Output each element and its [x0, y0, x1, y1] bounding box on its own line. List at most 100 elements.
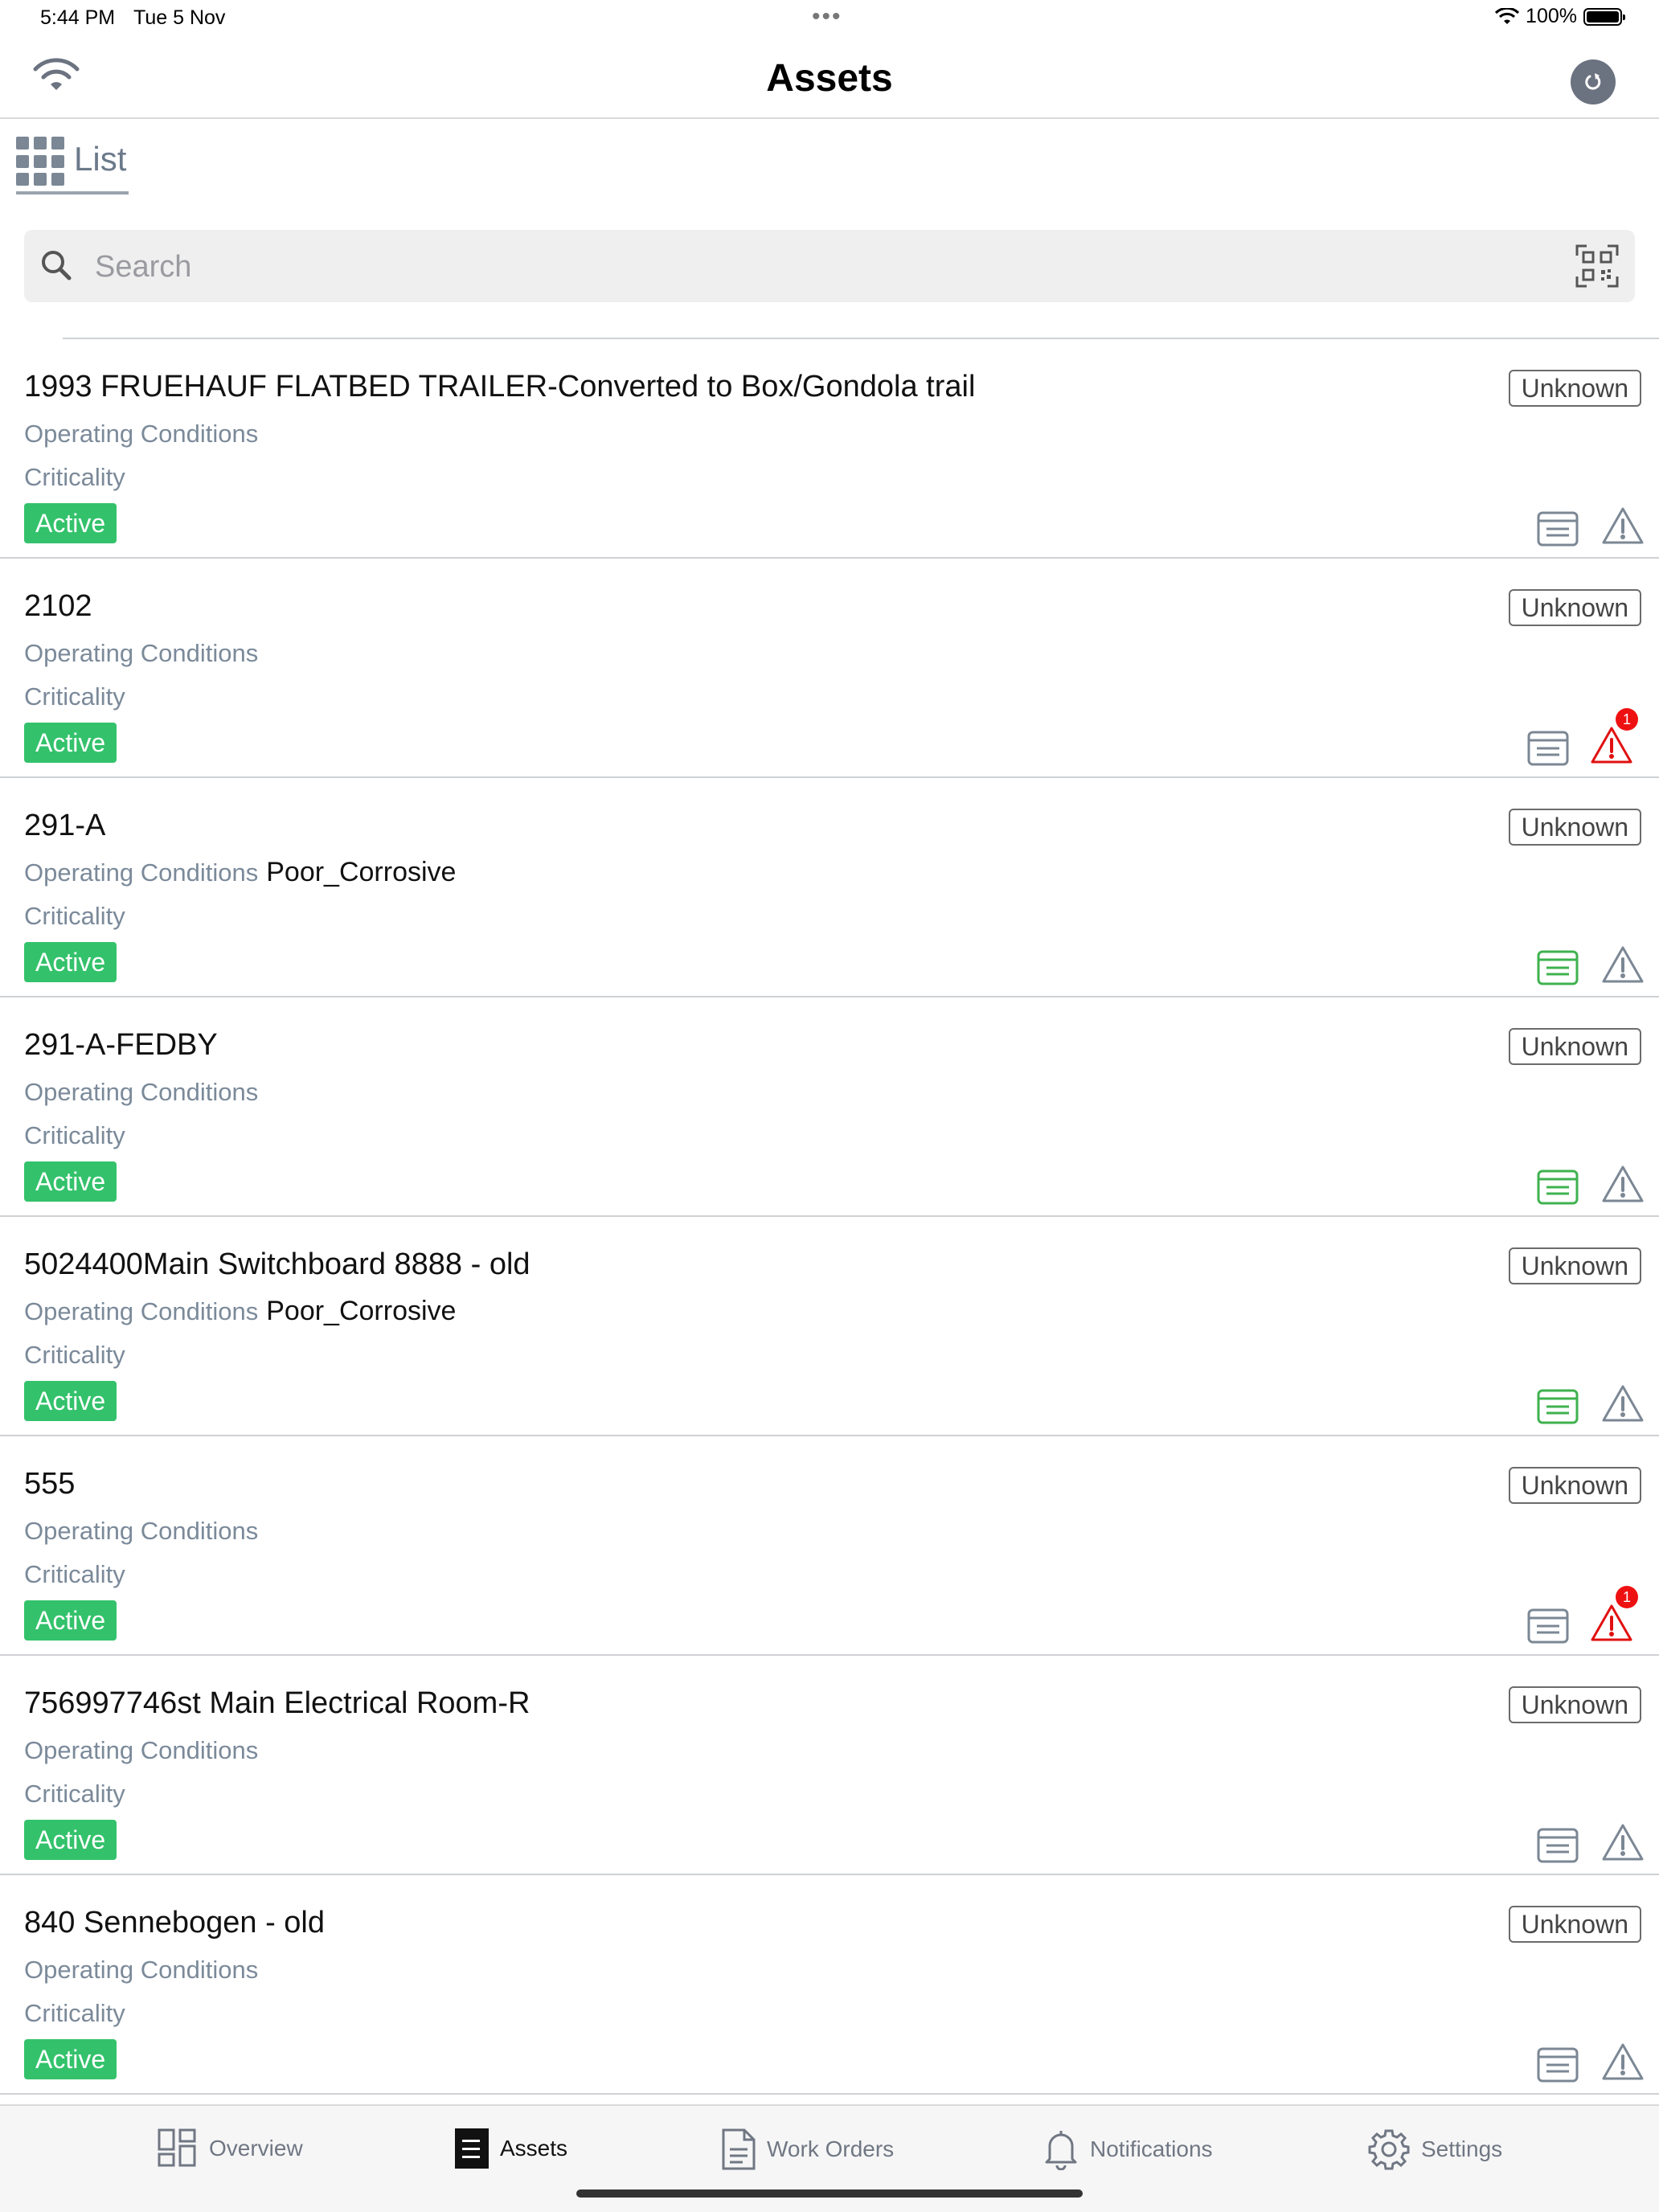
- multitasking-dots-icon[interactable]: •••: [812, 3, 842, 31]
- form-icon[interactable]: [1527, 1608, 1569, 1644]
- status-badge: Active: [24, 1161, 117, 1202]
- form-icon[interactable]: [1537, 2047, 1579, 2083]
- tab-work-orders-label: Work Orders: [767, 2136, 895, 2161]
- alert-icon[interactable]: [1601, 1165, 1645, 1203]
- bell-icon: [1045, 2131, 1077, 2170]
- status-badge: Active: [24, 1600, 117, 1641]
- asset-name: 5024400Main Switchboard 8888 - old: [24, 1247, 530, 1281]
- condition-badge: Unknown: [1508, 1906, 1641, 1943]
- gear-icon: [1368, 2129, 1410, 2170]
- operating-conditions: Operating Conditions: [24, 1735, 266, 1766]
- asset-row[interactable]: 1993 FRUEHAUF FLATBED TRAILER-Converted …: [0, 339, 1659, 559]
- status-time: 5:44 PM: [40, 6, 116, 29]
- form-icon[interactable]: [1537, 1389, 1579, 1424]
- status-badge: Active: [24, 723, 117, 763]
- form-icon[interactable]: [1537, 1169, 1579, 1205]
- status-badge: Active: [24, 503, 117, 543]
- asset-row[interactable]: 5024400Main Switchboard 8888 - old Unkno…: [0, 1217, 1659, 1436]
- criticality-label: Criticality: [24, 902, 125, 930]
- form-icon[interactable]: [1537, 511, 1579, 547]
- battery-percent: 100%: [1526, 5, 1577, 27]
- battery-icon: [1583, 7, 1625, 26]
- asset-list: 1993 FRUEHAUF FLATBED TRAILER-Converted …: [0, 339, 1659, 2095]
- alert-count-badge: 1: [1616, 1586, 1638, 1608]
- search-bar: [24, 230, 1635, 302]
- criticality: Criticality: [24, 1120, 133, 1151]
- alert-icon[interactable]: [1601, 945, 1645, 984]
- asset-row[interactable]: 555 Unknown Operating Conditions Critica…: [0, 1436, 1659, 1656]
- tab-overview[interactable]: Overview: [158, 2128, 303, 2169]
- criticality-label: Criticality: [24, 1560, 125, 1588]
- status-date: Tue 5 Nov: [133, 6, 226, 29]
- form-icon[interactable]: [1537, 950, 1579, 985]
- tab-settings[interactable]: Settings: [1368, 2128, 1502, 2170]
- condition-badge: Unknown: [1508, 589, 1641, 626]
- alert-icon[interactable]: [1601, 506, 1645, 545]
- criticality: Criticality: [24, 900, 133, 932]
- criticality: Criticality: [24, 681, 133, 712]
- status-badge: Active: [24, 1820, 117, 1860]
- operating-conditions: Operating Conditions Poor_Corrosive: [24, 857, 456, 888]
- operating-conditions-label: Operating Conditions: [24, 1517, 259, 1545]
- condition-badge: Unknown: [1508, 1467, 1641, 1504]
- alert-count-badge: 1: [1616, 708, 1638, 731]
- tab-assets[interactable]: Assets: [455, 2128, 567, 2169]
- overview-icon: [158, 2128, 196, 2167]
- criticality: Criticality: [24, 1559, 133, 1590]
- condition-badge: Unknown: [1508, 809, 1641, 846]
- sync-icon: [1585, 73, 1601, 90]
- wifi-status-icon: [1495, 7, 1520, 24]
- condition-badge: Unknown: [1508, 370, 1641, 407]
- sync-button[interactable]: [1571, 59, 1616, 104]
- alert-icon[interactable]: [1601, 1823, 1645, 1862]
- asset-row[interactable]: 291-A Unknown Operating Conditions Poor_C…: [0, 778, 1659, 997]
- criticality: Criticality: [24, 1339, 133, 1370]
- operating-conditions-label: Operating Conditions: [24, 1297, 259, 1325]
- criticality-label: Criticality: [24, 1999, 125, 2027]
- search-input[interactable]: [93, 244, 1543, 289]
- tab-notifications-label: Notifications: [1090, 2136, 1213, 2161]
- operating-conditions-value: Poor_Corrosive: [266, 857, 457, 887]
- operating-conditions: Operating Conditions: [24, 637, 266, 669]
- asset-name: 291-A-FEDBY: [24, 1028, 218, 1062]
- tab-notifications[interactable]: Notifications: [1043, 2128, 1213, 2170]
- qr-code-icon[interactable]: [1575, 244, 1619, 288]
- operating-conditions: Operating Conditions: [24, 1076, 266, 1108]
- asset-row[interactable]: 840 Sennebogen - old Unknown Operating C…: [0, 1875, 1659, 2095]
- criticality-label: Criticality: [24, 682, 125, 711]
- operating-conditions-label: Operating Conditions: [24, 1736, 259, 1764]
- asset-name: 2102: [24, 589, 92, 623]
- operating-conditions-value: Poor_Corrosive: [266, 1296, 457, 1326]
- tab-overview-label: Overview: [209, 2136, 303, 2161]
- condition-badge: Unknown: [1508, 1686, 1641, 1723]
- alert-icon[interactable]: [1601, 1384, 1645, 1423]
- form-icon[interactable]: [1537, 1828, 1579, 1863]
- assets-icon: [455, 2128, 489, 2169]
- status-badge: Active: [24, 942, 117, 982]
- form-icon[interactable]: [1527, 731, 1569, 766]
- asset-row[interactable]: 2102 Unknown Operating Conditions Critic…: [0, 559, 1659, 778]
- operating-conditions-label: Operating Conditions: [24, 639, 259, 667]
- asset-row[interactable]: 291-A-FEDBY Unknown Operating Conditions…: [0, 997, 1659, 1217]
- list-view-tab[interactable]: List: [16, 132, 129, 195]
- condition-badge: Unknown: [1508, 1028, 1641, 1065]
- asset-row[interactable]: 756997746st Main Electrical Room-R Unkno…: [0, 1656, 1659, 1875]
- criticality-label: Criticality: [24, 1341, 125, 1369]
- condition-badge: Unknown: [1508, 1247, 1641, 1284]
- tab-assets-label: Assets: [500, 2136, 568, 2161]
- operating-conditions-label: Operating Conditions: [24, 1956, 259, 1984]
- tab-work-orders[interactable]: Work Orders: [722, 2128, 894, 2170]
- status-bar: 5:44 PM Tue 5 Nov ••• 100%: [0, 0, 1659, 39]
- asset-name: 291-A: [24, 809, 106, 842]
- alert-icon[interactable]: [1590, 726, 1633, 764]
- search-icon: [42, 251, 72, 281]
- asset-name: 555: [24, 1467, 76, 1501]
- alert-icon[interactable]: [1590, 1604, 1633, 1642]
- status-badge: Active: [24, 2039, 117, 2079]
- asset-name: 840 Sennebogen - old: [24, 1906, 325, 1940]
- criticality-label: Criticality: [24, 1780, 125, 1808]
- home-indicator: [576, 2189, 1083, 2198]
- alert-icon[interactable]: [1601, 2042, 1645, 2081]
- criticality-label: Criticality: [24, 463, 125, 491]
- status-right: 100%: [1495, 5, 1625, 28]
